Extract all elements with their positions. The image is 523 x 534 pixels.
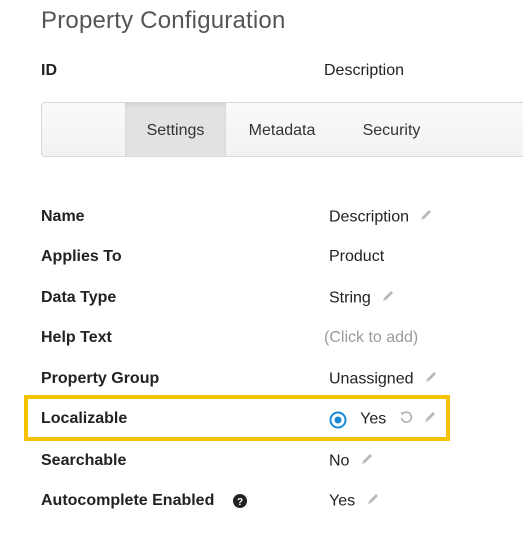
svg-text:?: ? bbox=[237, 497, 243, 508]
id-label: ID bbox=[41, 62, 57, 79]
property-group-value: Unassigned bbox=[329, 370, 414, 388]
property-label: Searchable bbox=[41, 452, 127, 469]
property-row-localizable: Localizable Yes bbox=[41, 410, 511, 432]
question-circle-icon[interactable]: ? bbox=[232, 493, 247, 508]
tab-metadata[interactable]: Metadata bbox=[226, 103, 338, 156]
property-row-data-type: Data Type String bbox=[41, 289, 511, 311]
pencil-icon[interactable] bbox=[360, 452, 374, 471]
id-row: ID Description bbox=[41, 62, 523, 82]
property-value: Description bbox=[329, 208, 433, 227]
property-label: Property Group bbox=[41, 370, 160, 387]
property-value: Yes bbox=[329, 492, 380, 511]
property-value: No bbox=[329, 452, 374, 471]
property-row-searchable: Searchable No bbox=[41, 452, 511, 474]
radio-selected-icon[interactable] bbox=[329, 411, 347, 429]
property-row-name: Name Description bbox=[41, 208, 511, 230]
property-value: Yes bbox=[329, 410, 437, 429]
id-value: Description bbox=[324, 62, 405, 79]
pencil-icon[interactable] bbox=[419, 208, 433, 227]
property-label: Autocomplete Enabled bbox=[41, 492, 215, 509]
name-value: Description bbox=[329, 208, 410, 226]
property-label: Applies To bbox=[41, 248, 122, 265]
undo-icon[interactable] bbox=[399, 410, 413, 429]
property-row-help-text: Help Text (Click to add) bbox=[41, 329, 511, 351]
pencil-icon[interactable] bbox=[423, 410, 437, 429]
property-row-property-group: Property Group Unassigned bbox=[41, 370, 511, 392]
localizable-value: Yes bbox=[360, 410, 387, 428]
property-row-applies-to: Applies To Product bbox=[41, 248, 511, 270]
autocomplete-value: Yes bbox=[329, 492, 356, 510]
property-label: Help Text bbox=[41, 329, 112, 346]
property-configuration-page: Property Configuration ID Description Se… bbox=[0, 0, 523, 534]
property-label: Name bbox=[41, 208, 85, 225]
property-value: String bbox=[329, 289, 395, 308]
tab-settings[interactable]: Settings bbox=[125, 103, 226, 156]
property-label-wrap: Autocomplete Enabled ? bbox=[41, 492, 247, 510]
searchable-value: No bbox=[329, 452, 350, 470]
pencil-icon[interactable] bbox=[381, 289, 395, 308]
pencil-icon[interactable] bbox=[366, 492, 380, 511]
page-title: Property Configuration bbox=[41, 7, 286, 34]
property-label: Localizable bbox=[41, 410, 128, 427]
property-label: Data Type bbox=[41, 289, 117, 306]
data-type-value: String bbox=[329, 289, 371, 307]
property-row-autocomplete-enabled: Autocomplete Enabled ? Yes bbox=[41, 492, 511, 514]
tab-bar: Settings Metadata Security bbox=[41, 102, 523, 157]
property-value: Product bbox=[329, 248, 385, 265]
property-value: Unassigned bbox=[329, 370, 438, 389]
help-text-add-link[interactable]: (Click to add) bbox=[324, 329, 418, 347]
pencil-icon[interactable] bbox=[424, 370, 438, 389]
tab-security[interactable]: Security bbox=[338, 103, 445, 156]
